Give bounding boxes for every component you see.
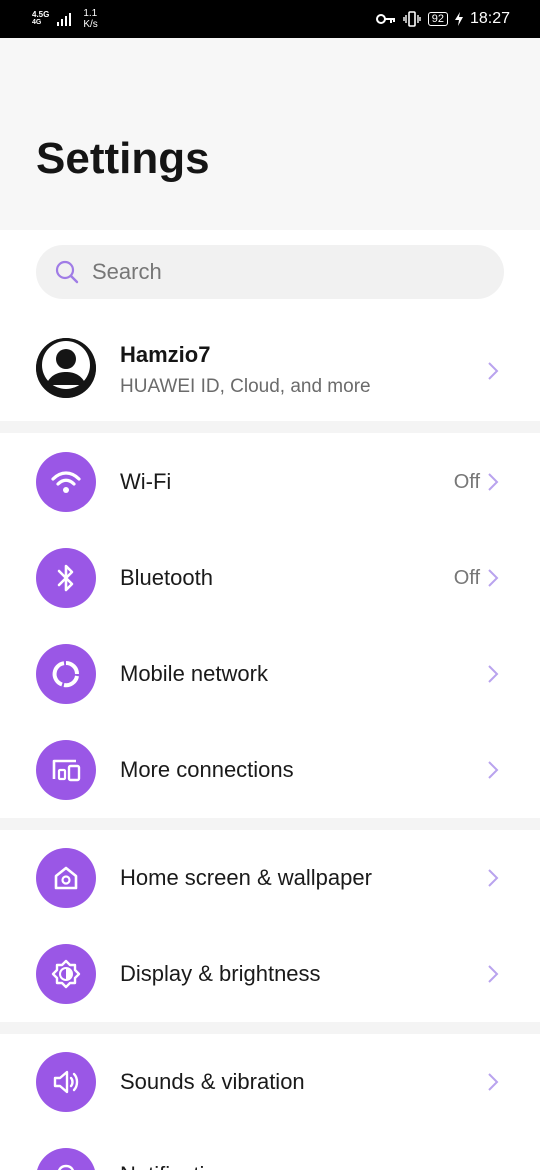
profile-name: Hamzio7 [120,342,211,367]
settings-item-label: Sounds & vibration [120,1069,305,1094]
header: Settings [0,38,540,230]
settings-item-wifi[interactable]: Wi-Fi Off [0,434,540,530]
page-title: Settings [36,134,210,183]
settings-item-label: Mobile network [120,661,268,686]
mobile-network-icon-circle [36,644,96,704]
settings-item-mobile-network[interactable]: Mobile network [0,626,540,722]
search-input[interactable] [92,259,472,285]
search-bar[interactable] [36,245,504,299]
wifi-icon-circle [36,452,96,512]
status-right: 92 18:27 [375,10,510,28]
section-divider [0,818,540,830]
more-connections-icon [52,759,81,782]
settings-item-value: Off [453,566,480,589]
settings-item-home-screen[interactable]: Home screen & wallpaper [0,830,540,926]
notifications-icon-circle [36,1148,96,1170]
status-bar: 4.5G 4G 1.1 K/s 92 18:27 [0,0,540,38]
display-brightness-icon-circle [36,944,96,1004]
mobile-network-icon [52,661,79,688]
sound-icon [53,1070,79,1094]
avatar-icon [36,338,96,398]
battery-level: 92 [431,12,444,25]
bluetooth-icon [57,564,74,592]
settings-item-label: More connections [120,757,294,782]
settings-item-more-connections[interactable]: More connections [0,722,540,818]
chevron-right-icon [488,362,499,380]
search-icon [55,260,79,284]
network-type: 4.5G 4G [32,11,49,27]
charging-icon [454,12,463,26]
notifications-icon [57,1164,75,1170]
chevron-right-icon [488,965,499,983]
home-screen-icon-circle [36,848,96,908]
network-speed: 1.1 K/s [83,8,97,30]
sound-icon-circle [36,1052,96,1112]
chevron-right-icon [488,473,499,491]
profile-subtitle: HUAWEI ID, Cloud, and more [120,376,371,397]
battery-icon: 92 [427,12,448,26]
section-divider [0,421,540,433]
speed-value: 1.1 [83,8,98,19]
chevron-right-icon [488,1073,499,1091]
settings-item-label: Display & brightness [120,961,321,986]
signal-icon [57,12,72,26]
home-screen-icon [54,866,78,890]
speed-unit: K/s [83,19,98,30]
wifi-icon [51,471,81,493]
settings-item-bluetooth[interactable]: Bluetooth Off [0,530,540,626]
network-sub-label: 4G [32,19,42,26]
key-icon [375,14,395,24]
chevron-right-icon [488,665,499,683]
settings-item-notifications[interactable]: Notifications [0,1130,540,1170]
settings-item-label: Home screen & wallpaper [120,865,372,890]
settings-item-display-brightness[interactable]: Display & brightness [0,926,540,1022]
chevron-right-icon [488,569,499,587]
status-left: 4.5G 4G 1.1 K/s [32,8,98,30]
chevron-right-icon [488,869,499,887]
network-type-label: 4.5G [32,10,50,19]
more-connections-icon-circle [36,740,96,800]
chevron-right-icon [488,761,499,779]
clock: 18:27 [469,10,510,27]
settings-item-sounds[interactable]: Sounds & vibration [0,1034,540,1130]
settings-item-label: Notifications [120,1162,240,1170]
avatar [36,338,96,398]
display-brightness-icon [51,959,81,989]
settings-item-label: Bluetooth [120,565,213,590]
bluetooth-icon-circle [36,548,96,608]
section-divider [0,1022,540,1034]
settings-item-label: Wi-Fi [120,469,172,494]
settings-item-value: Off [453,470,480,493]
profile-row[interactable]: Hamzio7 HUAWEI ID, Cloud, and more [0,322,540,420]
vibrate-icon [403,11,421,27]
